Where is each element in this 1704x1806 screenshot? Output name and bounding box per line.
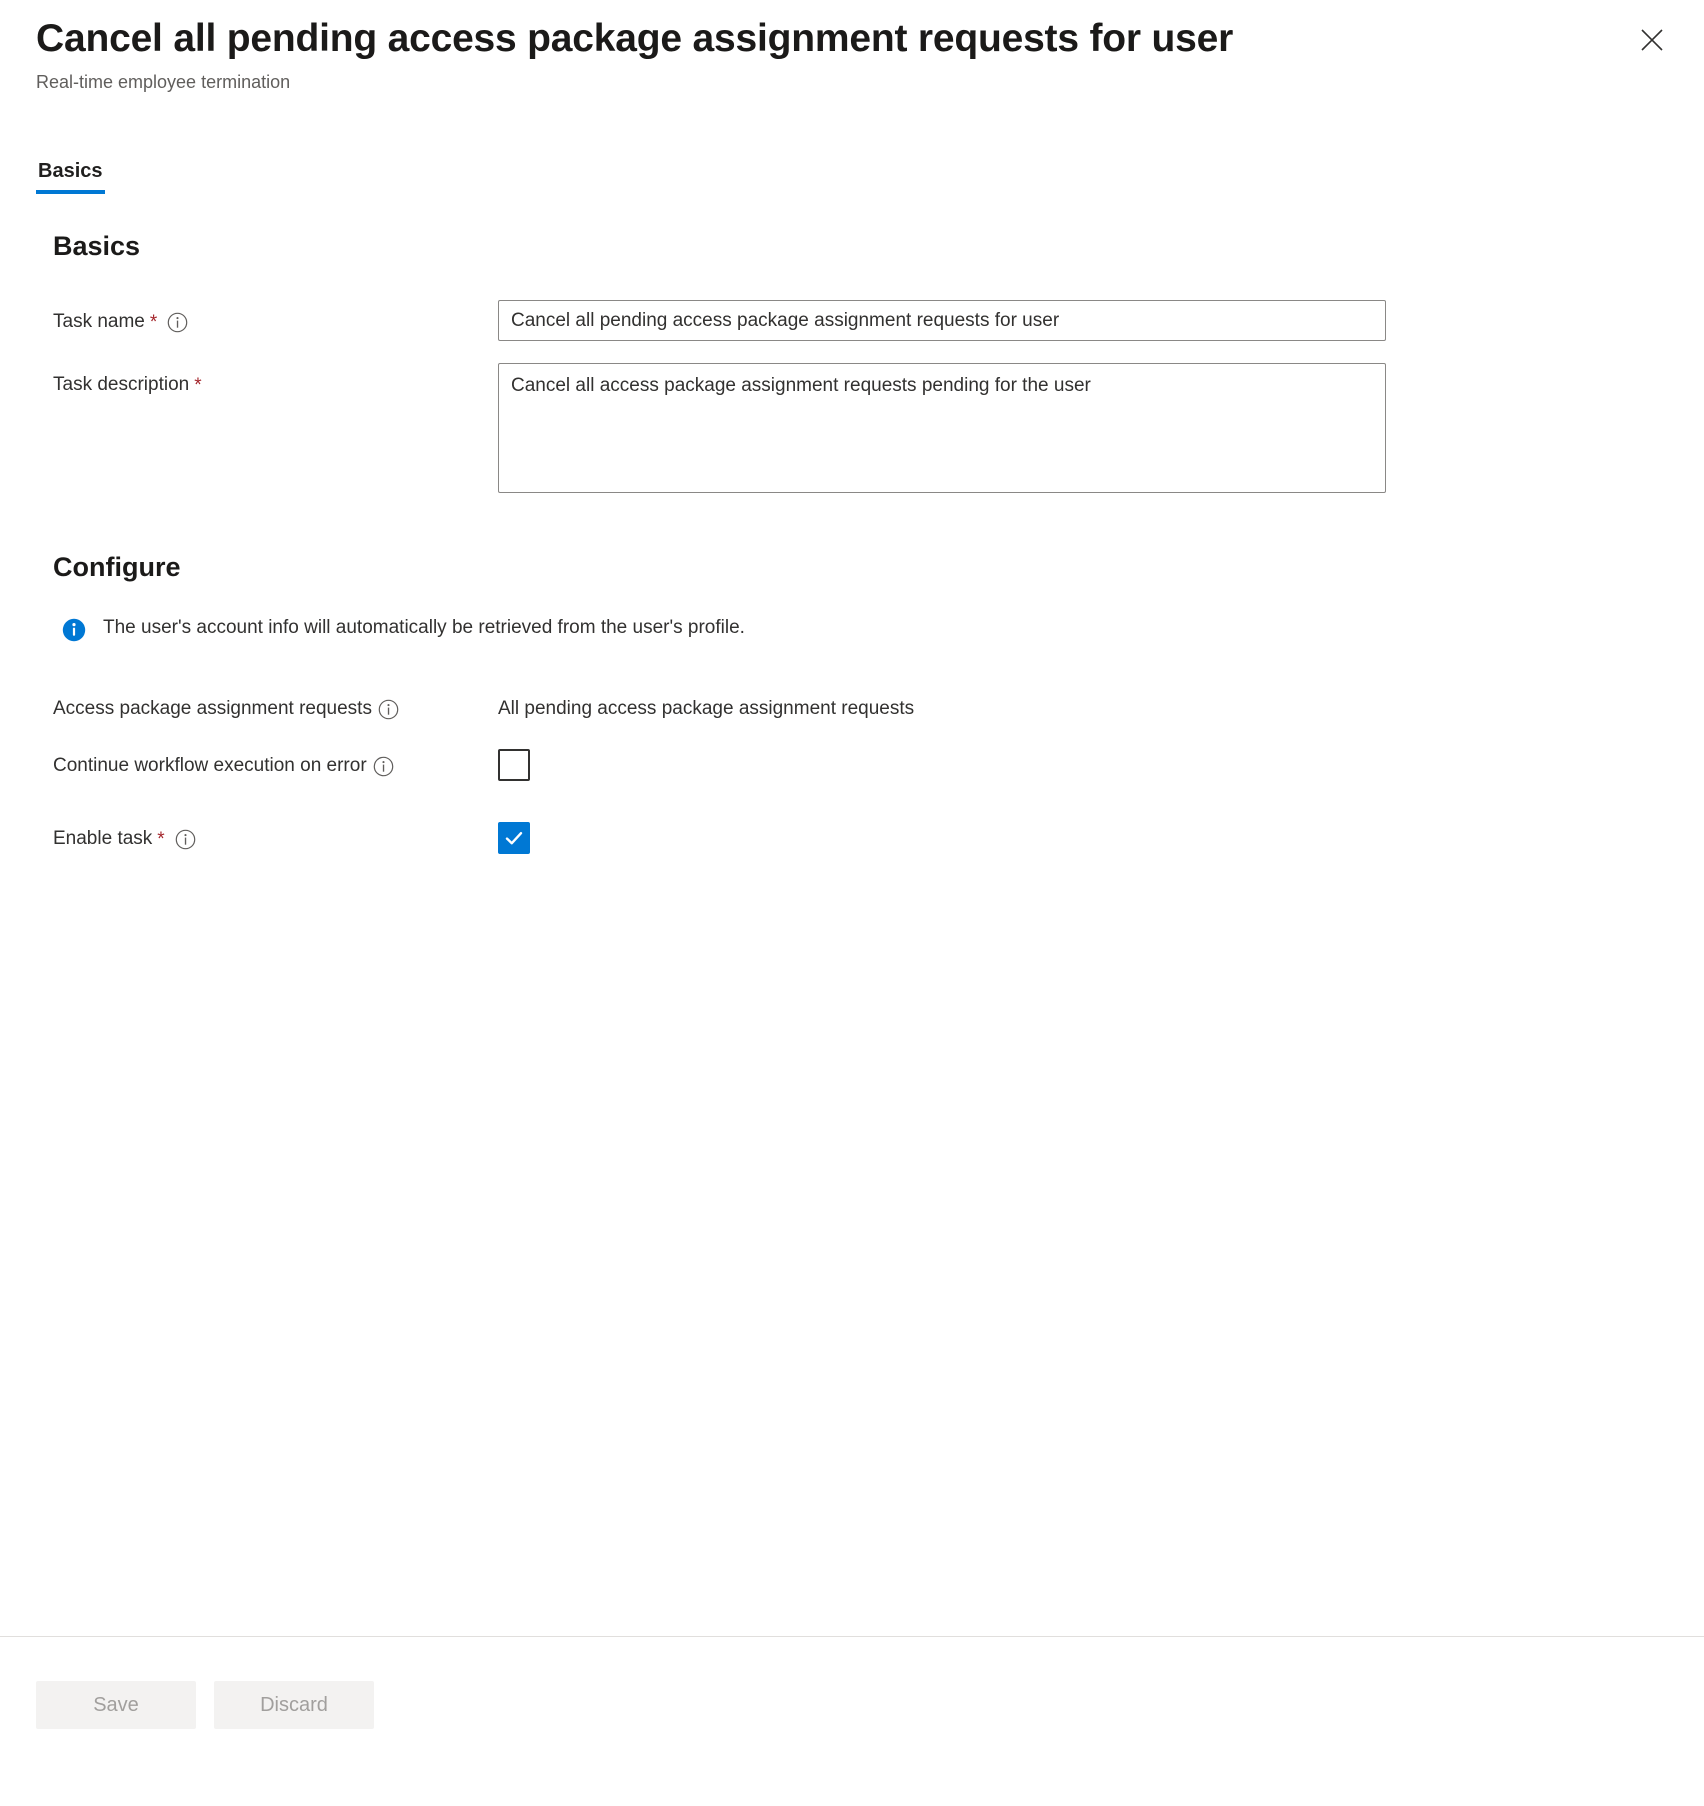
page-subtitle: Real-time employee termination [36, 72, 291, 92]
tab-basics[interactable]: Basics [36, 158, 105, 194]
save-button[interactable]: Save [36, 1681, 196, 1729]
field-row-continue-on-error: Continue workflow execution on error [53, 744, 1668, 781]
task-description-label-group: Task description * [53, 363, 498, 398]
form-body: Basics Task name * Task description * Co… [0, 228, 1704, 1636]
task-name-label-group: Task name * [53, 300, 498, 335]
access-package-requests-label: Access package assignment requests [53, 698, 372, 719]
field-row-task-name: Task name * [53, 300, 1668, 341]
info-icon[interactable] [378, 699, 399, 720]
access-package-requests-value: All pending access package assignment re… [498, 698, 915, 719]
info-banner-text: The user's account info will automatical… [103, 617, 745, 638]
info-icon[interactable] [373, 756, 394, 777]
required-marker: * [149, 311, 158, 333]
page-title: Cancel all pending access package assign… [36, 17, 1234, 60]
tab-strip: Basics [36, 158, 1704, 202]
section-heading-configure: Configure [53, 552, 181, 582]
task-description-label: Task description [53, 374, 190, 395]
required-marker: * [194, 374, 202, 396]
enable-task-label: Enable task [53, 828, 153, 849]
task-description-textarea[interactable] [498, 363, 1386, 493]
task-name-input[interactable] [498, 300, 1386, 341]
info-icon[interactable] [175, 829, 196, 850]
continue-on-error-label: Continue workflow execution on error [53, 755, 367, 776]
info-icon[interactable] [167, 312, 188, 333]
enable-task-label-group: Enable task * [53, 817, 498, 852]
info-banner: The user's account info will automatical… [61, 615, 1668, 643]
title-block: Cancel all pending access package assign… [36, 14, 1233, 94]
close-button[interactable] [1630, 18, 1674, 62]
access-package-requests-label-group: Access package assignment requests [53, 687, 498, 722]
field-row-enable-task: Enable task * [53, 817, 1668, 854]
title-row: Cancel all pending access package assign… [36, 14, 1668, 94]
info-filled-icon [61, 617, 87, 643]
task-name-label: Task name [53, 311, 145, 332]
field-row-access-package-requests: Access package assignment requests All p… [53, 687, 1668, 722]
section-heading-basics: Basics [53, 231, 141, 261]
field-row-task-description: Task description * [53, 363, 1668, 493]
discard-button[interactable]: Discard [214, 1681, 374, 1729]
close-icon [1639, 27, 1665, 53]
enable-task-checkbox[interactable] [498, 822, 530, 854]
continue-on-error-label-group: Continue workflow execution on error [53, 744, 498, 779]
continue-on-error-checkbox[interactable] [498, 749, 530, 781]
blade-footer: Save Discard [0, 1636, 1704, 1806]
blade-header: Cancel all pending access package assign… [0, 0, 1704, 130]
required-marker: * [157, 828, 165, 850]
checkmark-icon [503, 827, 525, 849]
